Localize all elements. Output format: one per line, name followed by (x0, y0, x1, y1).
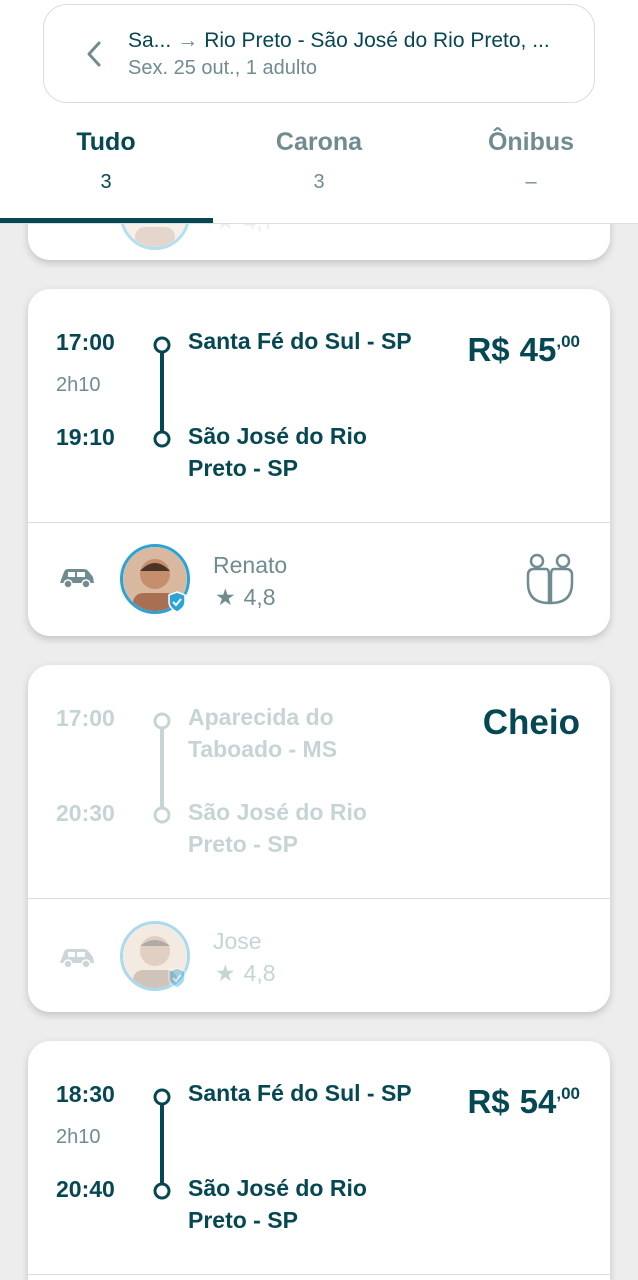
divider (28, 898, 610, 899)
route-timeline-icon (153, 712, 171, 824)
driver-name: Jose (213, 928, 262, 954)
route-timeline-icon (153, 336, 171, 448)
chevron-left-icon[interactable] (80, 37, 108, 71)
tab-bus-label: Ônibus (487, 128, 575, 156)
route-timeline-icon (153, 1088, 171, 1200)
divider (28, 1274, 610, 1275)
trip-card[interactable]: 17:00 2h10 19:10 Santa Fé do Sul - SP Sã… (28, 289, 610, 636)
route-details: Sex. 25 out., 1 adulto (128, 57, 318, 79)
destination-city: São José do Rio Preto - SP (188, 799, 367, 857)
driver-rating: ★ 4,8 (215, 960, 276, 986)
tab-all-count: 3 (100, 171, 112, 193)
star-icon: ★ (215, 960, 236, 986)
tab-carpool-count: 3 (313, 171, 325, 193)
tab-all[interactable]: Tudo 3 (0, 128, 212, 194)
driver-rating: ★ 4,8 (215, 584, 276, 610)
route-summary: Sa... → Rio Preto - São José do Rio Preto,… (128, 29, 578, 53)
full-status: Cheio (482, 703, 580, 742)
car-icon (60, 949, 94, 968)
tab-carpool[interactable]: Carona 3 (213, 128, 425, 194)
trip-duration: 2h10 (56, 374, 101, 396)
trip-card-full[interactable]: 17:00 20:30 Aparecida do Taboado - MS Sã… (28, 665, 610, 1012)
origin-city: Aparecida do Taboado - MS (188, 704, 338, 762)
max-two-back-seat-icon (526, 553, 574, 605)
departure-time: 18:30 (56, 1081, 115, 1107)
divider (28, 522, 610, 523)
trip-price: R$ 45,00 (467, 331, 580, 368)
tab-indicator (0, 218, 213, 223)
departure-time: 17:00 (56, 705, 115, 731)
destination-city: São José do Rio Preto - SP (188, 423, 367, 481)
destination-city: São José do Rio Preto - SP (188, 1175, 367, 1233)
departure-time: 17:00 (56, 329, 115, 355)
verified-badge-icon (168, 967, 186, 989)
origin-city: Santa Fé do Sul - SP (188, 1080, 412, 1106)
route-to: Rio Preto - São José do Rio Preto, ... (204, 29, 550, 52)
tab-all-label: Tudo (76, 128, 136, 156)
trip-price: R$ 54,00 (467, 1083, 580, 1120)
verified-badge-icon (168, 591, 186, 613)
arrow-right-icon: → (177, 29, 199, 52)
top-bar: Sa... → Rio Preto - São José do Rio Preto,… (0, 0, 638, 224)
arrival-time: 20:40 (56, 1176, 115, 1202)
search-summary[interactable]: Sa... → Rio Preto - São José do Rio Preto,… (43, 4, 595, 103)
arrival-time: 19:10 (56, 424, 115, 450)
arrival-time: 20:30 (56, 800, 115, 826)
tab-bus-count: – (525, 171, 537, 193)
tab-carpool-label: Carona (275, 128, 363, 156)
route-from: Sa... (128, 29, 172, 52)
star-icon: ★ (215, 584, 236, 610)
trip-card[interactable]: 18:30 2h10 20:40 Santa Fé do Sul - SP Sã… (28, 1041, 610, 1280)
car-icon (60, 569, 94, 588)
driver-name: Renato (213, 552, 288, 578)
tab-bus[interactable]: Ônibus – (425, 128, 637, 194)
origin-city: Santa Fé do Sul - SP (188, 328, 412, 354)
trip-duration: 2h10 (56, 1126, 101, 1148)
